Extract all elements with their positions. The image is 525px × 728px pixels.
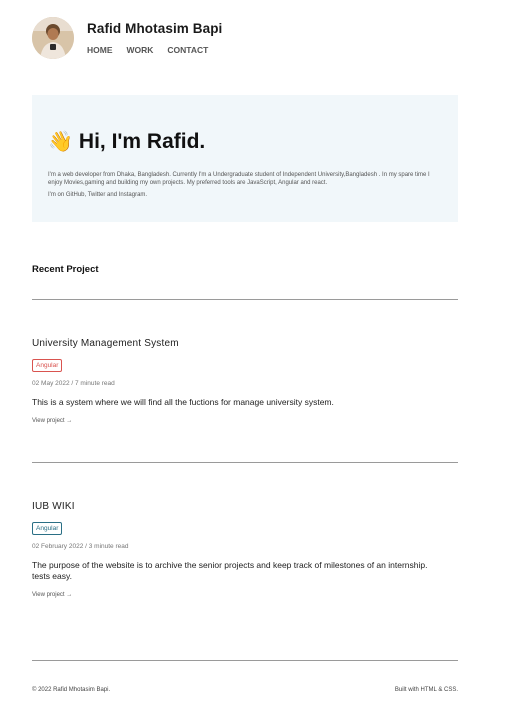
project-card: University Management System Angular 02 … [32, 338, 452, 427]
project-card: IUB WIKI Angular 02 February 2022 / 3 mi… [32, 501, 452, 601]
footer-built-with: Built with HTML & CSS. [394, 687, 458, 693]
hero-social-links: I'm on GitHub, Twitter and Instagram. [48, 192, 148, 198]
avatar [32, 17, 74, 59]
divider [32, 462, 458, 463]
footer-divider [32, 660, 458, 661]
view-project-link[interactable]: View project → [32, 592, 72, 598]
footer-copyright: © 2022 Rafid Mhotasim Bapi. [32, 687, 111, 693]
profile-photo [32, 17, 74, 59]
section-title-recent-project: Recent Project [32, 264, 99, 275]
page: Rafid Mhotasim Bapi HOME WORK CONTACT 👋 … [0, 0, 525, 728]
project-tag[interactable]: Angular [32, 522, 63, 535]
hero-bio: I'm a web developer from Dhaka, Banglade… [48, 172, 430, 187]
nav-work[interactable]: WORK [127, 45, 154, 55]
view-project-link[interactable]: View project → [32, 418, 72, 424]
hero-card: 👋 Hi, I'm Rafid. I'm a web developer fro… [32, 95, 458, 222]
project-title[interactable]: IUB WIKI [32, 501, 452, 512]
project-tag[interactable]: Angular [32, 359, 63, 372]
project-description: The purpose of the website is to archive… [32, 560, 428, 582]
divider [32, 299, 458, 300]
project-description: This is a system where we will find all … [32, 397, 334, 407]
project-title[interactable]: University Management System [32, 338, 452, 349]
project-meta: 02 May 2022 / 7 minute read [32, 380, 115, 387]
site-title[interactable]: Rafid Mhotasim Bapi [87, 21, 222, 36]
nav-home[interactable]: HOME [87, 45, 113, 55]
main-nav: HOME WORK CONTACT [87, 45, 208, 55]
project-meta: 02 February 2022 / 3 minute read [32, 543, 129, 550]
hero-heading: 👋 Hi, I'm Rafid. [48, 130, 205, 154]
waving-hand-icon: 👋 [48, 131, 73, 153]
hero-greeting: Hi, I'm Rafid. [78, 130, 206, 153]
nav-contact[interactable]: CONTACT [167, 45, 208, 55]
